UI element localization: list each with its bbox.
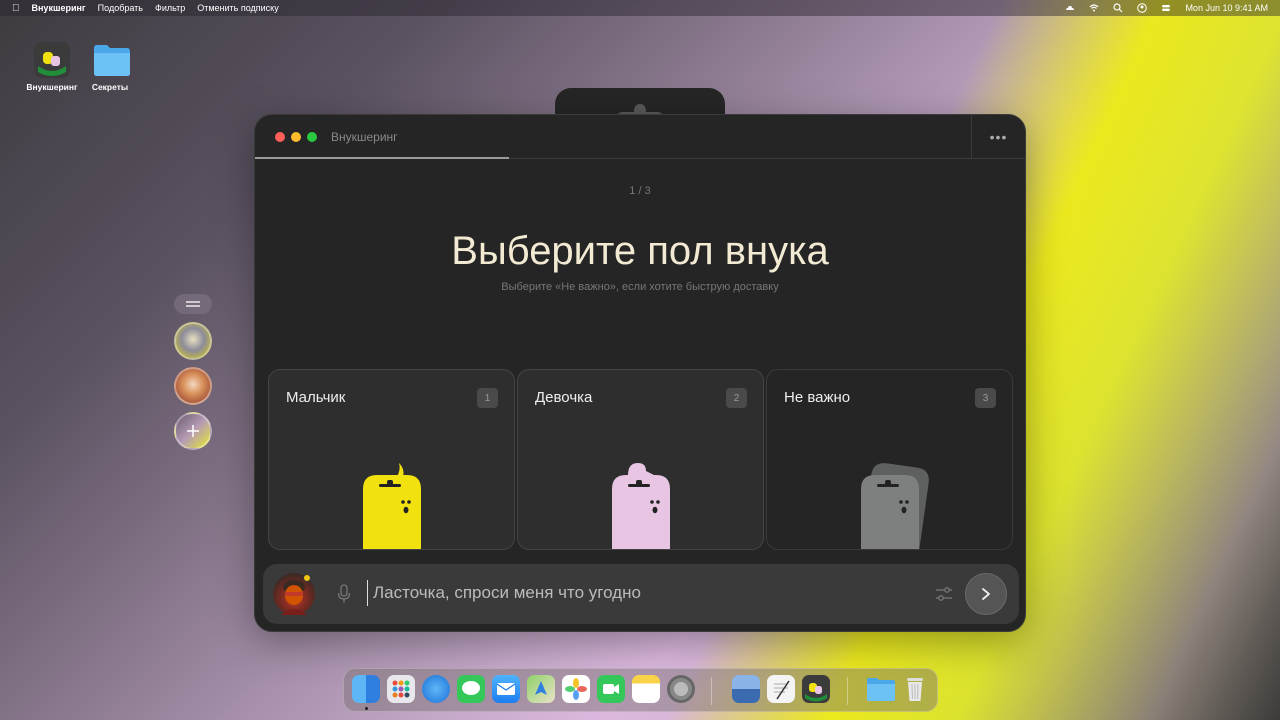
desktop-icon-label: Секреты bbox=[91, 82, 129, 92]
option-label: Девочка bbox=[535, 389, 593, 406]
trash-icon[interactable] bbox=[901, 675, 929, 703]
step-counter: 1 / 3 bbox=[629, 185, 651, 197]
launchpad-icon[interactable] bbox=[387, 675, 415, 703]
page-title: Выберите пол внука bbox=[451, 229, 829, 273]
menu-bar:  Внукшеринг Подобрать Фильтр Отменить п… bbox=[0, 0, 1280, 16]
wifi-icon[interactable] bbox=[1089, 3, 1099, 13]
title-bar: Внукшеринг ••• bbox=[255, 115, 1025, 159]
dock-separator bbox=[711, 677, 712, 705]
settings-icon[interactable] bbox=[667, 675, 695, 703]
any-character-icon bbox=[861, 463, 929, 549]
window-title: Внукшеринг bbox=[331, 130, 398, 144]
avatar[interactable] bbox=[174, 322, 212, 360]
photos-icon[interactable] bbox=[562, 675, 590, 703]
desktop-icon-label: Внукшеринг bbox=[26, 82, 78, 92]
progress-bar bbox=[255, 157, 510, 159]
close-button[interactable] bbox=[275, 132, 285, 142]
page-subtitle: Выберите «Не важно», если хотите быструю… bbox=[501, 281, 779, 293]
option-shortcut: 2 bbox=[726, 388, 747, 408]
mail-icon[interactable] bbox=[492, 675, 520, 703]
add-profile-button[interactable] bbox=[174, 412, 212, 450]
desktop-icon-app[interactable]: Внукшеринг bbox=[22, 42, 82, 92]
option-cards: Мальчик 1 Девочка 2 Не важно 3 bbox=[268, 369, 1013, 550]
notes-icon[interactable] bbox=[632, 675, 660, 703]
messages-icon[interactable] bbox=[457, 675, 485, 703]
minimize-button[interactable] bbox=[291, 132, 301, 142]
dock-separator bbox=[847, 677, 848, 705]
textedit-icon[interactable] bbox=[767, 675, 795, 703]
folder-icon bbox=[92, 42, 130, 78]
send-button[interactable] bbox=[965, 573, 1007, 615]
option-card-boy[interactable]: Мальчик 1 bbox=[268, 369, 515, 550]
plus-icon bbox=[187, 425, 199, 437]
preview-icon[interactable] bbox=[732, 675, 760, 703]
option-label: Мальчик bbox=[286, 389, 346, 406]
app-icon bbox=[34, 42, 70, 78]
menu-item-select[interactable]: Подобрать bbox=[98, 3, 143, 13]
cloud-icon[interactable] bbox=[1065, 3, 1075, 13]
app-window: Внукшеринг ••• 1 / 3 Выберите пол внука … bbox=[254, 114, 1026, 632]
safari-icon[interactable] bbox=[422, 675, 450, 703]
avatar[interactable] bbox=[174, 367, 212, 405]
chat-input-bar: Ласточка, спроси меня что угодно bbox=[263, 564, 1019, 624]
search-icon[interactable] bbox=[1113, 3, 1123, 13]
filters-icon[interactable] bbox=[935, 585, 953, 603]
chevron-right-icon bbox=[982, 588, 990, 600]
text-caret bbox=[367, 580, 368, 606]
user-icon[interactable] bbox=[1137, 3, 1148, 13]
option-card-any[interactable]: Не важно 3 bbox=[766, 369, 1013, 550]
menu-app-name[interactable]: Внукшеринг bbox=[32, 3, 86, 13]
folder-icon[interactable] bbox=[866, 675, 895, 703]
desktop-icon-folder[interactable]: Секреты bbox=[80, 42, 140, 92]
menu-icon bbox=[186, 301, 200, 307]
girl-character-icon bbox=[612, 463, 670, 549]
vnuksharing-icon[interactable] bbox=[802, 675, 830, 703]
boy-character-icon bbox=[363, 463, 421, 549]
finder-icon[interactable] bbox=[352, 675, 380, 703]
maps-icon[interactable] bbox=[527, 675, 555, 703]
option-shortcut: 3 bbox=[975, 388, 996, 408]
status-dot bbox=[303, 574, 311, 582]
profile-rail bbox=[174, 294, 214, 457]
menu-item-unsubscribe[interactable]: Отменить подписку bbox=[197, 3, 279, 13]
dock bbox=[343, 668, 938, 712]
facetime-icon[interactable] bbox=[597, 675, 625, 703]
microphone-icon[interactable] bbox=[337, 584, 351, 604]
menu-item-filter[interactable]: Фильтр bbox=[155, 3, 185, 13]
option-label: Не важно bbox=[784, 389, 851, 406]
control-center-icon[interactable] bbox=[1161, 3, 1171, 13]
zoom-button[interactable] bbox=[307, 132, 317, 142]
option-card-girl[interactable]: Девочка 2 bbox=[517, 369, 764, 550]
chat-input[interactable]: Ласточка, спроси меня что угодно bbox=[373, 583, 641, 603]
option-shortcut: 1 bbox=[477, 388, 498, 408]
apple-icon[interactable]:  bbox=[12, 3, 20, 14]
more-button[interactable]: ••• bbox=[971, 115, 1025, 159]
running-indicator bbox=[365, 707, 368, 710]
rail-menu-button[interactable] bbox=[174, 294, 212, 314]
menu-datetime[interactable]: Mon Jun 10 9:41 AM bbox=[1185, 3, 1268, 13]
